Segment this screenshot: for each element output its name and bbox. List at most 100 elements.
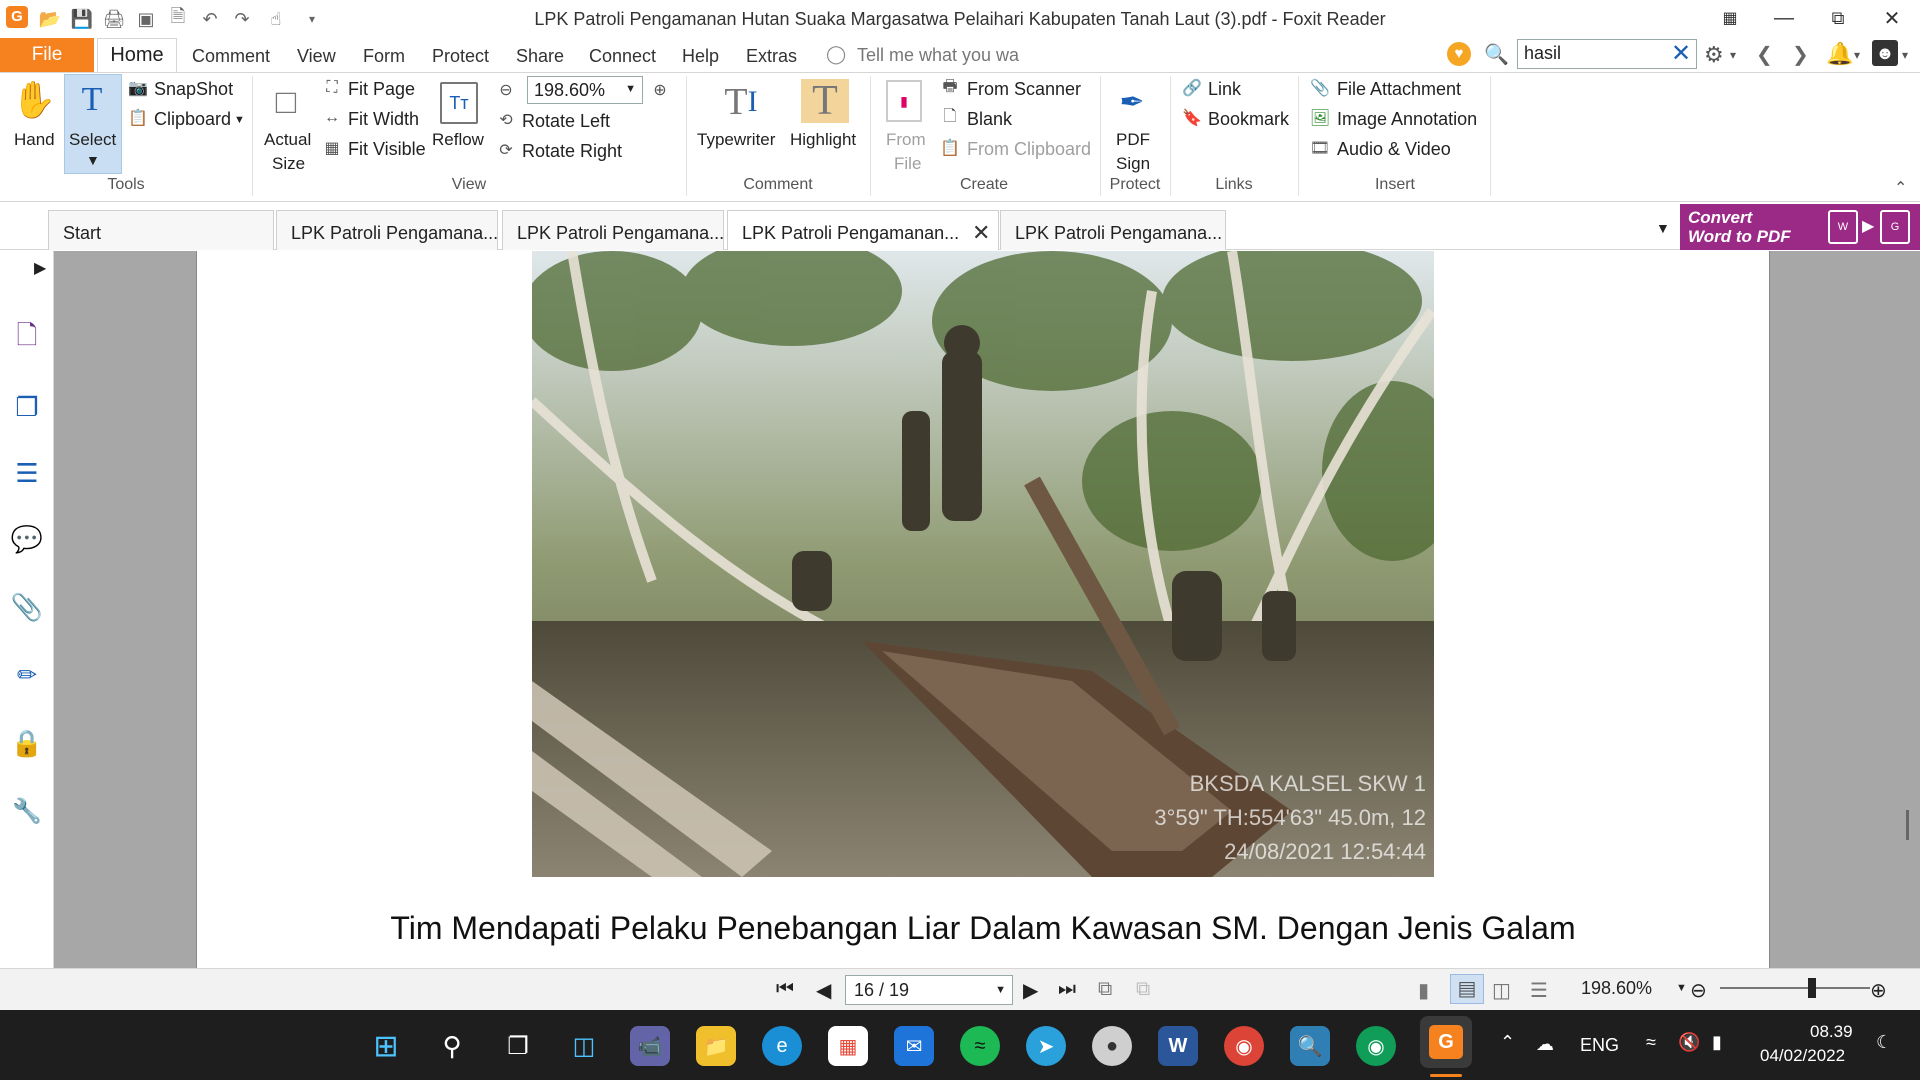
actual-size-label-2[interactable]: Size — [272, 154, 305, 174]
zoom-slider[interactable] — [1720, 987, 1870, 989]
tab-share[interactable]: Share — [516, 46, 564, 67]
tab-help[interactable]: Help — [682, 46, 719, 67]
notification-bell-icon[interactable]: 🔔 — [1826, 41, 1853, 67]
show-hidden-icons[interactable]: ⌃ — [1500, 1032, 1515, 1053]
convert-word-to-pdf-banner[interactable]: Convert Word to PDF W ▶ G — [1680, 204, 1920, 250]
layers-icon[interactable]: ☰ — [10, 456, 44, 490]
open-icon[interactable]: 📂 — [38, 8, 62, 30]
spotify-icon[interactable]: ≈ — [960, 1026, 1000, 1066]
language-indicator[interactable]: ENG — [1580, 1035, 1619, 1056]
document-tab[interactable]: LPK Patroli Pengamana... — [502, 210, 724, 250]
restore-button[interactable]: ⧉ — [1808, 0, 1868, 36]
page-number-input[interactable]: 16 / 19 ▼ — [845, 975, 1013, 1005]
search-icon[interactable]: ⚲ — [432, 1026, 472, 1066]
attachments-icon[interactable]: 📎 — [10, 590, 44, 624]
snapshot-button[interactable]: SnapShot — [154, 79, 233, 100]
media-app-icon[interactable]: ● — [1092, 1026, 1132, 1066]
status-zoom-dropdown-icon[interactable]: ▼ — [1676, 982, 1687, 994]
print-icon[interactable]: 🖨 — [102, 8, 126, 30]
close-button[interactable]: ✕ — [1862, 0, 1920, 36]
zoom-in-status-icon[interactable]: ⊕ — [1870, 978, 1887, 1003]
vertical-scrollbar[interactable] — [1906, 810, 1909, 840]
chat-icon[interactable]: 📹 — [630, 1026, 670, 1066]
chrome-profile-icon[interactable]: ◉ — [1356, 1026, 1396, 1066]
heart-icon[interactable]: ♥ — [1447, 42, 1471, 66]
find-folder-icon[interactable]: 🔍 — [1484, 42, 1509, 67]
ribbon-display-icon[interactable]: ▦ — [1700, 0, 1760, 36]
onedrive-icon[interactable]: ☁ — [1536, 1034, 1554, 1055]
bookmark-button[interactable]: Bookmark — [1208, 109, 1289, 130]
fit-page-button[interactable]: Fit Page — [348, 79, 415, 100]
image-annotation-button[interactable]: Image Annotation — [1337, 109, 1477, 130]
hand-label[interactable]: Hand — [14, 130, 55, 150]
pdf-sign-label-2[interactable]: Sign — [1116, 154, 1150, 174]
zoom-slider-thumb[interactable] — [1808, 978, 1816, 998]
first-page-icon[interactable]: ⏮ — [776, 978, 794, 1001]
file-explorer-icon[interactable]: 📁 — [696, 1026, 736, 1066]
tab-view[interactable]: View — [297, 46, 336, 67]
zoom-select[interactable]: 198.60% ▼ — [527, 76, 643, 104]
next-view-icon[interactable]: ⧉ — [1136, 978, 1150, 1001]
screen-icon[interactable]: ▣ — [134, 8, 158, 30]
tab-start[interactable]: Start — [48, 210, 274, 250]
tab-extras[interactable]: Extras — [746, 46, 797, 67]
collapse-ribbon-icon[interactable]: ⌃ — [1894, 178, 1907, 198]
edge-icon[interactable]: e — [762, 1026, 802, 1066]
clipboard-dropdown-icon[interactable]: ▼ — [234, 114, 245, 126]
previous-page-icon[interactable]: ◀ — [816, 978, 831, 1003]
battery-icon[interactable]: ▮ — [1712, 1032, 1722, 1053]
page-thumbnail-icon[interactable]: 🗋 — [10, 320, 44, 356]
clock-time[interactable]: 08.39 — [1810, 1022, 1853, 1042]
touch-mode-icon[interactable]: ☝ — [264, 8, 288, 30]
continuous-facing-icon[interactable]: ☰ — [1530, 978, 1548, 1003]
new-doc-icon[interactable]: 🗎 — [166, 6, 190, 30]
last-page-icon[interactable]: ⏭ — [1058, 978, 1076, 1001]
hand-icon[interactable]: ✋ — [12, 78, 57, 122]
volume-muted-icon[interactable]: 🔇 — [1678, 1032, 1700, 1053]
typewriter-button[interactable]: Typewriter — [697, 130, 775, 150]
blank-button[interactable]: Blank — [967, 109, 1012, 130]
link-button[interactable]: Link — [1208, 79, 1241, 100]
start-windows-icon[interactable]: ⊞ — [366, 1026, 406, 1066]
tools-search-icon[interactable]: 🔧 — [10, 794, 44, 828]
account-icon[interactable]: ☻ — [1872, 40, 1898, 66]
customize-arrow-icon[interactable]: ▾ — [300, 8, 324, 30]
signature-icon[interactable]: ✏ — [10, 658, 44, 692]
mail-icon[interactable]: ✉ — [894, 1026, 934, 1066]
clipboard-button[interactable]: Clipboard — [154, 109, 231, 130]
next-page-icon[interactable]: ▶ — [1023, 978, 1038, 1003]
pdf-sign-label-1[interactable]: PDF — [1116, 130, 1150, 150]
tab-comment[interactable]: Comment — [192, 46, 270, 67]
tab-protect[interactable]: Protect — [432, 46, 489, 67]
focus-moon-icon[interactable]: ☾ — [1876, 1032, 1892, 1053]
tell-me-input[interactable]: Tell me what you wa — [857, 45, 1019, 66]
microsoft-store-icon[interactable]: ▦ — [828, 1026, 868, 1066]
rotate-left-button[interactable]: Rotate Left — [522, 111, 610, 132]
chrome-icon[interactable]: ◉ — [1224, 1026, 1264, 1066]
expand-panel-icon[interactable]: ▶ — [34, 258, 46, 278]
from-scanner-button[interactable]: From Scanner — [967, 79, 1081, 100]
file-attachment-button[interactable]: File Attachment — [1337, 79, 1461, 100]
single-page-icon[interactable]: ▮ — [1418, 978, 1429, 1003]
zoom-out-icon[interactable]: ⊖ — [496, 80, 516, 100]
undo-icon[interactable]: ↶ — [198, 8, 222, 30]
clear-search-icon[interactable]: ✕ — [1668, 41, 1694, 67]
pages-icon[interactable]: ❐ — [10, 390, 44, 424]
search-next-icon[interactable]: ❯ — [1792, 42, 1809, 67]
security-lock-icon[interactable]: 🔒 — [10, 726, 44, 760]
word-icon[interactable]: W — [1158, 1026, 1198, 1066]
tab-form[interactable]: Form — [363, 46, 405, 67]
tab-home[interactable]: Home — [97, 38, 177, 72]
fit-visible-button[interactable]: Fit Visible — [348, 139, 426, 160]
save-icon[interactable]: 💾 — [70, 8, 94, 30]
reflow-button[interactable]: Reflow — [432, 130, 484, 150]
zoom-in-icon[interactable]: ⊕ — [650, 80, 670, 100]
continuous-page-icon[interactable]: ▤ — [1450, 974, 1484, 1004]
tab-connect[interactable]: Connect — [589, 46, 656, 67]
foxit-reader-taskbar-icon[interactable]: G — [1420, 1016, 1472, 1068]
settings-dropdown-icon[interactable]: ▾ — [1730, 48, 1736, 62]
rotate-right-button[interactable]: Rotate Right — [522, 141, 622, 162]
redo-icon[interactable]: ↷ — [230, 8, 254, 30]
facing-page-icon[interactable]: ◫ — [1492, 978, 1511, 1003]
document-tab[interactable]: LPK Patroli Pengamana... — [276, 210, 498, 250]
